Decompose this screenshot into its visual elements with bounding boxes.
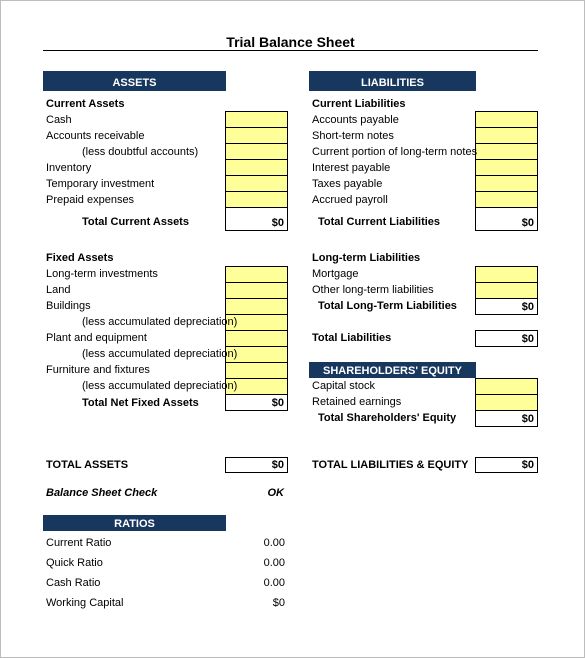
total-current-assets-label: Total Current Assets: [82, 216, 189, 228]
total-fixed-assets-label: Total Net Fixed Assets: [82, 397, 199, 409]
asset-label-temporary-investment: Temporary investment: [46, 178, 155, 190]
total-equity-label: Total Shareholders' Equity: [318, 412, 457, 424]
input-land[interactable]: [225, 282, 288, 299]
ratio-value-cash: 0.00: [263, 577, 285, 589]
input-long-term-investments[interactable]: [225, 266, 288, 283]
input-inventory[interactable]: [225, 159, 288, 176]
input-accounts-payable[interactable]: [475, 111, 538, 128]
title-rule: [43, 50, 538, 51]
asset-label-plant-equipment: Plant and equipment: [46, 332, 147, 344]
equity-label-capital-stock: Capital stock: [312, 380, 375, 392]
total-current-assets-value: $0: [225, 207, 288, 231]
total-equity-value: $0: [475, 410, 538, 427]
input-capital-stock[interactable]: [475, 378, 538, 395]
liabilities-header: LIABILITIES: [309, 71, 476, 91]
ratios-header: RATIOS: [43, 515, 226, 531]
liability-label-interest-payable: Interest payable: [312, 162, 391, 174]
input-plant-equipment[interactable]: [225, 330, 288, 347]
liability-label-accounts-payable: Accounts payable: [312, 114, 399, 126]
liability-label-other-long-term: Other long-term liabilities: [312, 284, 434, 296]
input-current-portion-lt-notes[interactable]: [475, 143, 538, 160]
input-prepaid-expenses[interactable]: [225, 191, 288, 208]
total-current-liabilities-value: $0: [475, 207, 538, 231]
equity-label-retained-earnings: Retained earnings: [312, 396, 402, 408]
input-retained-earnings[interactable]: [475, 394, 538, 411]
input-short-term-notes[interactable]: [475, 127, 538, 144]
assets-header: ASSETS: [43, 71, 226, 91]
page-title: Trial Balance Sheet: [226, 34, 355, 50]
asset-label-buildings: Buildings: [46, 300, 91, 312]
liability-label-accrued-payroll: Accrued payroll: [312, 194, 388, 206]
total-liabilities-label: Total Liabilities: [312, 332, 392, 344]
total-liabilities-equity-label: TOTAL LIABILITIES & EQUITY: [312, 459, 469, 471]
total-assets-label: TOTAL ASSETS: [46, 459, 129, 471]
input-buildings[interactable]: [225, 298, 288, 315]
liability-label-taxes-payable: Taxes payable: [312, 178, 383, 190]
asset-label-furniture-depreciation: (less accumulated depreciation): [82, 380, 238, 392]
input-cash[interactable]: [225, 111, 288, 128]
total-current-liabilities-label: Total Current Liabilities: [318, 216, 441, 228]
ratio-value-current: 0.00: [263, 537, 285, 549]
total-assets-value: $0: [225, 457, 288, 473]
input-furniture-fixtures[interactable]: [225, 362, 288, 379]
input-other-long-term[interactable]: [475, 282, 538, 299]
input-interest-payable[interactable]: [475, 159, 538, 176]
asset-label-furniture-fixtures: Furniture and fixtures: [46, 364, 150, 376]
fixed-assets-heading: Fixed Assets: [46, 252, 114, 264]
ratio-label-current: Current Ratio: [46, 537, 112, 549]
total-long-term-liabilities-label: Total Long-Term Liabilities: [318, 300, 457, 312]
asset-label-less-doubtful: (less doubtful accounts): [82, 146, 199, 158]
total-liabilities-value: $0: [475, 330, 538, 347]
current-assets-heading: Current Assets: [46, 98, 125, 110]
input-less-doubtful[interactable]: [225, 143, 288, 160]
liability-label-short-term-notes: Short-term notes: [312, 130, 394, 142]
long-term-liabilities-heading: Long-term Liabilities: [312, 252, 421, 264]
input-accounts-receivable[interactable]: [225, 127, 288, 144]
asset-label-land: Land: [46, 284, 71, 296]
input-accrued-payroll[interactable]: [475, 191, 538, 208]
ratio-value-working-capital: $0: [272, 597, 285, 609]
total-long-term-liabilities-value: $0: [475, 298, 538, 315]
ratio-label-cash: Cash Ratio: [46, 577, 101, 589]
asset-label-buildings-depreciation: (less accumulated depreciation): [82, 316, 238, 328]
current-liabilities-heading: Current Liabilities: [312, 98, 406, 110]
asset-label-accounts-receivable: Accounts receivable: [46, 130, 145, 142]
ratio-label-working-capital: Working Capital: [46, 597, 124, 609]
asset-label-cash: Cash: [46, 114, 72, 126]
input-mortgage[interactable]: [475, 266, 538, 283]
balance-check-value: OK: [267, 487, 285, 499]
asset-label-plant-depreciation: (less accumulated depreciation): [82, 348, 238, 360]
equity-header: SHAREHOLDERS' EQUITY: [309, 362, 476, 378]
input-temporary-investment[interactable]: [225, 175, 288, 192]
ratio-value-quick: 0.00: [263, 557, 285, 569]
total-liabilities-equity-value: $0: [475, 457, 538, 473]
asset-label-inventory: Inventory: [46, 162, 92, 174]
total-fixed-assets-value: $0: [225, 394, 288, 411]
ratio-label-quick: Quick Ratio: [46, 557, 103, 569]
asset-label-prepaid-expenses: Prepaid expenses: [46, 194, 135, 206]
balance-check-label: Balance Sheet Check: [46, 487, 158, 499]
input-taxes-payable[interactable]: [475, 175, 538, 192]
liability-label-current-portion-lt-notes: Current portion of long-term notes: [312, 146, 478, 158]
liability-label-mortgage: Mortgage: [312, 268, 359, 280]
asset-label-long-term-investments: Long-term investments: [46, 268, 158, 280]
